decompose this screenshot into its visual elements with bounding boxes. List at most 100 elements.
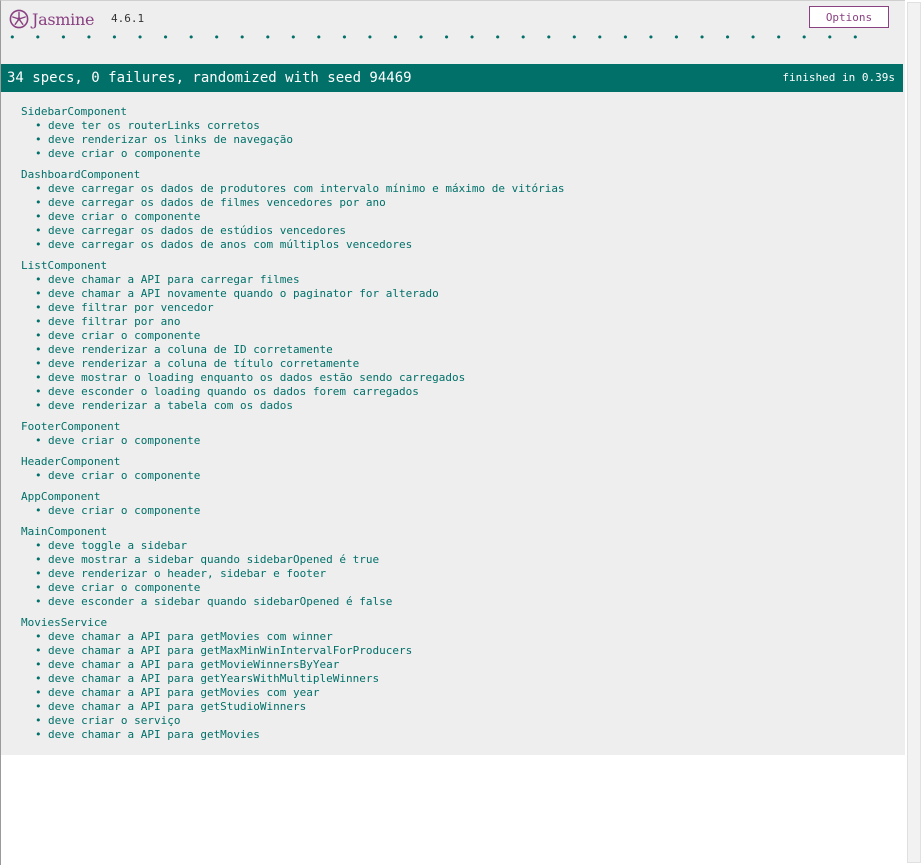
spec-list: • deve criar o componente bbox=[21, 434, 891, 448]
spec-name-link[interactable]: deve criar o serviço bbox=[48, 714, 180, 727]
spec-item: • deve chamar a API para carregar filmes bbox=[35, 273, 891, 287]
spec-name-link[interactable]: deve chamar a API para carregar filmes bbox=[48, 273, 300, 286]
suite-name-link[interactable]: ListComponent bbox=[21, 259, 891, 273]
spec-item: • deve renderizar o header, sidebar e foo… bbox=[35, 567, 891, 581]
pass-bullet-icon: • bbox=[35, 196, 42, 209]
pass-bullet-icon: • bbox=[35, 357, 42, 370]
spec-name-link[interactable]: deve mostrar o loading enquanto os dados… bbox=[48, 371, 465, 384]
spec-item: • deve chamar a API para getMovies bbox=[35, 728, 891, 742]
pass-bullet-icon: • bbox=[35, 224, 42, 237]
spec-name-link[interactable]: deve criar o componente bbox=[48, 581, 200, 594]
pass-bullet-icon: • bbox=[35, 630, 42, 643]
suite-name-link[interactable]: MainComponent bbox=[21, 525, 891, 539]
pass-bullet-icon: • bbox=[35, 553, 42, 566]
spec-item: • deve chamar a API para getMaxMinWinInte… bbox=[35, 644, 891, 658]
spec-name-link[interactable]: deve esconder o loading quando os dados … bbox=[48, 385, 419, 398]
spec-item: • deve mostrar o loading enquanto os dado… bbox=[35, 371, 891, 385]
spec-name-link[interactable]: deve filtrar por ano bbox=[48, 315, 180, 328]
pass-bullet-icon: • bbox=[35, 644, 42, 657]
version-label: 4.6.1 bbox=[111, 12, 145, 25]
pass-bullet-icon: • bbox=[35, 469, 42, 482]
suite-name-link[interactable]: SidebarComponent bbox=[21, 105, 891, 119]
spec-name-link[interactable]: deve chamar a API para getMovies bbox=[48, 728, 260, 741]
summary-text: 34 specs, 0 failures, randomized with se… bbox=[7, 70, 412, 86]
spec-item: • deve toggle a sidebar bbox=[35, 539, 891, 553]
spec-name-link[interactable]: deve esconder a sidebar quando sidebarOp… bbox=[48, 595, 392, 608]
spec-name-link[interactable]: deve ter os routerLinks corretos bbox=[48, 119, 260, 132]
spec-item: • deve renderizar a coluna de ID corretam… bbox=[35, 343, 891, 357]
pass-bullet-icon: • bbox=[35, 273, 42, 286]
pass-bullet-icon: • bbox=[35, 147, 42, 160]
spec-name-link[interactable]: deve criar o componente bbox=[48, 147, 200, 160]
suite-name-link[interactable]: FooterComponent bbox=[21, 420, 891, 434]
spec-item: • deve criar o componente bbox=[35, 434, 891, 448]
duration-label: finished in 0.39s bbox=[782, 71, 895, 84]
pass-bullet-icon: • bbox=[35, 287, 42, 300]
suite-name-link[interactable]: DashboardComponent bbox=[21, 168, 891, 182]
pass-bullet-icon: • bbox=[35, 385, 42, 398]
scrollbar-thumb[interactable] bbox=[907, 2, 921, 863]
suite: DashboardComponent • deve carregar os dado… bbox=[21, 168, 891, 252]
spec-name-link[interactable]: deve carregar os dados de filmes vencedo… bbox=[48, 196, 386, 209]
suite-name-link[interactable]: MoviesService bbox=[21, 616, 891, 630]
spec-name-link[interactable]: deve chamar a API novamente quando o pag… bbox=[48, 287, 439, 300]
spec-name-link[interactable]: deve carregar os dados de anos com múlti… bbox=[48, 238, 412, 251]
pass-bullet-icon: • bbox=[35, 504, 42, 517]
pass-bullet-icon: • bbox=[35, 434, 42, 447]
spec-item: • deve carregar os dados de produtores co… bbox=[35, 182, 891, 196]
spec-name-link[interactable]: deve criar o componente bbox=[48, 329, 200, 342]
pass-bullet-icon: • bbox=[35, 238, 42, 251]
spec-name-link[interactable]: deve chamar a API para getMovies com yea… bbox=[48, 686, 320, 699]
spec-name-link[interactable]: deve criar o componente bbox=[48, 210, 200, 223]
spec-item: • deve renderizar a tabela com os dados bbox=[35, 399, 891, 413]
suite: MainComponent • deve toggle a sidebar • deve… bbox=[21, 525, 891, 609]
spec-name-link[interactable]: deve chamar a API para getStudioWinners bbox=[48, 700, 306, 713]
spec-name-link[interactable]: deve renderizar a coluna de título corre… bbox=[48, 357, 359, 370]
pass-bullet-icon: • bbox=[35, 672, 42, 685]
spec-list: • deve ter os routerLinks corretos • deve r… bbox=[21, 119, 891, 161]
spec-name-link[interactable]: deve toggle a sidebar bbox=[48, 539, 187, 552]
pass-bullet-icon: • bbox=[35, 728, 42, 741]
banner: Jasmine 4.6.1 Options • • • • • • • • • … bbox=[1, 1, 905, 44]
spec-name-link[interactable]: deve criar o componente bbox=[48, 504, 200, 517]
spec-name-link[interactable]: deve renderizar a tabela com os dados bbox=[48, 399, 293, 412]
spec-name-link[interactable]: deve criar o componente bbox=[48, 469, 200, 482]
spec-item: • deve chamar a API novamente quando o pa… bbox=[35, 287, 891, 301]
spec-name-link[interactable]: deve renderizar os links de navegação bbox=[48, 133, 293, 146]
spec-item: • deve chamar a API para getMovies com wi… bbox=[35, 630, 891, 644]
spec-name-link[interactable]: deve filtrar por vencedor bbox=[48, 301, 214, 314]
suite-name-link[interactable]: AppComponent bbox=[21, 490, 891, 504]
scrollbar[interactable] bbox=[905, 0, 923, 865]
pass-bullet-icon: • bbox=[35, 119, 42, 132]
spec-name-link[interactable]: deve renderizar o header, sidebar e foot… bbox=[48, 567, 326, 580]
spec-name-link[interactable]: deve carregar os dados de produtores com… bbox=[48, 182, 565, 195]
spec-name-link[interactable]: deve renderizar a coluna de ID corretame… bbox=[48, 343, 333, 356]
suite: ListComponent • deve chamar a API para car… bbox=[21, 259, 891, 413]
pass-bullet-icon: • bbox=[35, 686, 42, 699]
spec-name-link[interactable]: deve carregar os dados de estúdios vence… bbox=[48, 224, 346, 237]
pass-bullet-icon: • bbox=[35, 329, 42, 342]
suite: FooterComponent • deve criar o componente bbox=[21, 420, 891, 448]
spec-item: • deve criar o componente bbox=[35, 147, 891, 161]
spec-list: • deve chamar a API para carregar filmes •… bbox=[21, 273, 891, 413]
spec-name-link[interactable]: deve chamar a API para getMovieWinnersBy… bbox=[48, 658, 339, 671]
spec-item: • deve criar o componente bbox=[35, 581, 891, 595]
options-button[interactable]: Options bbox=[809, 6, 889, 28]
spec-name-link[interactable]: deve mostrar a sidebar quando sidebarOpe… bbox=[48, 553, 379, 566]
spec-item: • deve criar o componente bbox=[35, 210, 891, 224]
spec-item: • deve filtrar por ano bbox=[35, 315, 891, 329]
spec-name-link[interactable]: deve chamar a API para getMaxMinWinInter… bbox=[48, 644, 412, 657]
spec-item: • deve chamar a API para getYearsWithMult… bbox=[35, 672, 891, 686]
spec-name-link[interactable]: deve chamar a API para getMovies com win… bbox=[48, 630, 333, 643]
suite: SidebarComponent • deve ter os routerLinks… bbox=[21, 105, 891, 161]
spec-name-link[interactable]: deve chamar a API para getYearsWithMulti… bbox=[48, 672, 379, 685]
pass-bullet-icon: • bbox=[35, 700, 42, 713]
jasmine-flower-icon bbox=[9, 9, 29, 29]
spec-name-link[interactable]: deve criar o componente bbox=[48, 434, 200, 447]
pass-bullet-icon: • bbox=[35, 581, 42, 594]
spec-item: • deve chamar a API para getStudioWinners bbox=[35, 700, 891, 714]
spec-item: • deve esconder a sidebar quando sidebarO… bbox=[35, 595, 891, 609]
spec-item: • deve carregar os dados de filmes venced… bbox=[35, 196, 891, 210]
pass-bullet-icon: • bbox=[35, 399, 42, 412]
suite-name-link[interactable]: HeaderComponent bbox=[21, 455, 891, 469]
